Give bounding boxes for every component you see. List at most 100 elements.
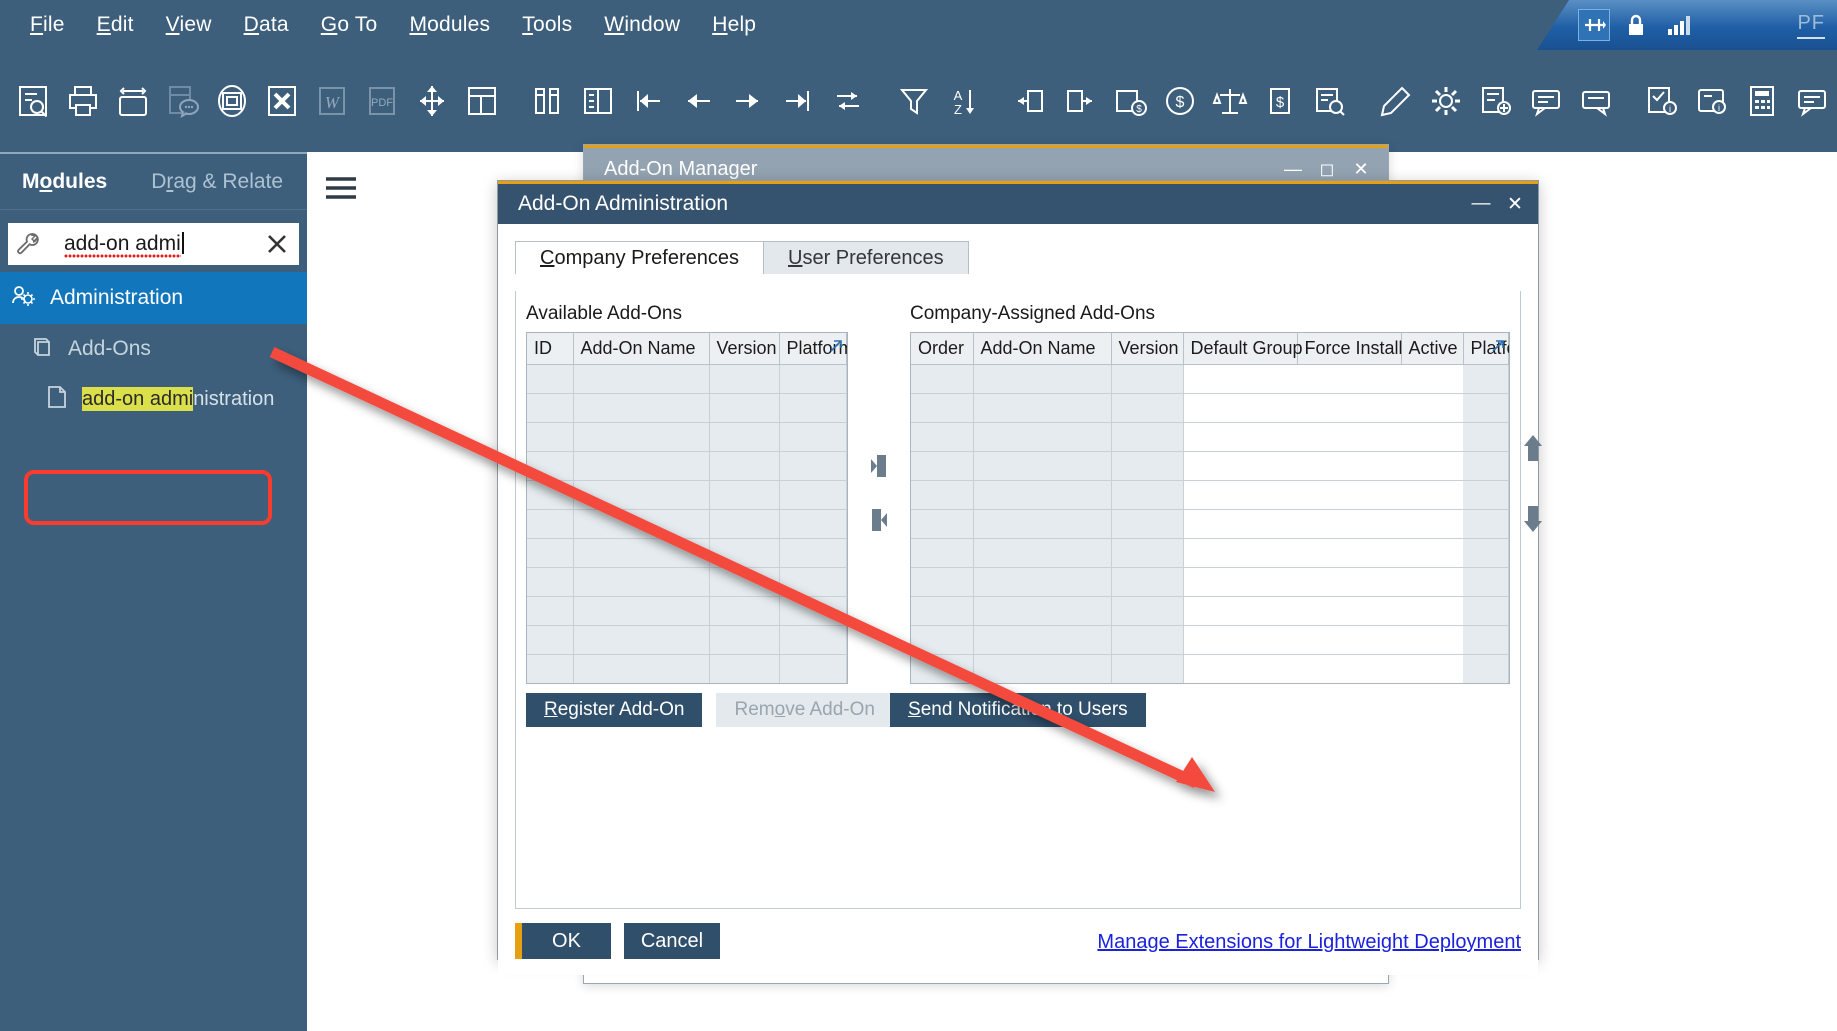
menu-item-modules[interactable]: Modules xyxy=(393,9,506,41)
menu-item-window[interactable]: Window xyxy=(588,9,696,41)
menu-item-data[interactable]: Data xyxy=(228,9,305,41)
settings-icon[interactable] xyxy=(1421,69,1471,133)
note-icon[interactable] xyxy=(1571,69,1621,133)
table-row xyxy=(911,510,1509,539)
remove-addon-button[interactable]: Remove Add-On xyxy=(716,693,892,727)
refresh-icon[interactable] xyxy=(823,69,873,133)
sidebar-item-administration[interactable]: Administration xyxy=(0,272,307,324)
menu-item-tools[interactable]: Tools xyxy=(506,9,588,41)
approve-icon[interactable]: i xyxy=(1637,69,1687,133)
company-assigned-grid[interactable]: Order Add-On Name Version Default Group … xyxy=(910,332,1510,684)
arrow-down-icon[interactable] xyxy=(1518,504,1548,539)
table-row xyxy=(911,481,1509,510)
send-notification-button[interactable]: Send Notification to Users xyxy=(890,693,1146,727)
wrench-icon[interactable] xyxy=(8,223,48,265)
tab-company-preferences[interactable]: Company Preferences xyxy=(515,241,764,274)
sort-az-icon[interactable]: AZ xyxy=(939,69,989,133)
main-toolbar: W PDF AZ $ $ $ i i xyxy=(0,50,1837,152)
previous-record-icon[interactable] xyxy=(673,69,723,133)
table-layout-icon[interactable] xyxy=(457,69,507,133)
indent-left-icon[interactable] xyxy=(1006,69,1056,133)
table-row xyxy=(911,655,1509,684)
close-icon[interactable]: ✕ xyxy=(1498,187,1532,221)
addon-action-buttons: Register Add-On Remove Add-On xyxy=(526,693,893,727)
export-word-icon[interactable]: W xyxy=(307,69,357,133)
signal-bars-icon[interactable] xyxy=(1663,10,1693,40)
close-icon[interactable] xyxy=(255,223,299,265)
menu-item-goto[interactable]: Go To xyxy=(305,9,394,41)
column-header[interactable]: ID xyxy=(527,333,573,365)
cancel-button[interactable]: Cancel xyxy=(624,923,720,959)
menu-item-help[interactable]: Help xyxy=(696,9,772,41)
column-header[interactable]: Add-On Name xyxy=(573,333,709,365)
arrow-up-icon[interactable] xyxy=(1518,433,1548,468)
svg-text:PDF: PDF xyxy=(371,97,393,109)
register-addon-button[interactable]: Register Add-On xyxy=(526,693,702,727)
pin-icon[interactable] xyxy=(1579,10,1609,40)
dollar-icon[interactable]: $ xyxy=(1255,69,1305,133)
chat-icon[interactable] xyxy=(1787,69,1837,133)
lookup-icon[interactable] xyxy=(1305,69,1355,133)
export-pdf-icon[interactable]: PDF xyxy=(357,69,407,133)
ok-button[interactable]: OK xyxy=(515,923,611,959)
expand-icon[interactable] xyxy=(828,338,844,354)
calculator-icon[interactable] xyxy=(1737,69,1787,133)
scales-icon[interactable] xyxy=(1205,69,1255,133)
menu-item-view[interactable]: View xyxy=(150,9,228,41)
tab-user-preferences[interactable]: User Preferences xyxy=(763,241,969,274)
indent-right-icon[interactable] xyxy=(1055,69,1105,133)
currency-icon[interactable]: $ xyxy=(1155,69,1205,133)
table-row xyxy=(527,365,847,394)
payment-means-icon[interactable]: $ xyxy=(1105,69,1155,133)
search-match-highlight: add-on admi xyxy=(82,387,193,411)
manage-extensions-link[interactable]: Manage Extensions for Lightweight Deploy… xyxy=(1097,931,1521,954)
column-header[interactable]: Active xyxy=(1401,333,1463,365)
sidebar-item-label: add-on administration xyxy=(82,388,274,411)
column-header[interactable]: Version xyxy=(709,333,779,365)
dialog-footer-buttons: OK Cancel xyxy=(515,923,720,959)
sidebar-item-addon-administration[interactable]: add-on administration xyxy=(0,374,307,424)
lock-icon[interactable] xyxy=(1621,10,1651,40)
document-comment-icon[interactable] xyxy=(158,69,208,133)
find-document-icon[interactable] xyxy=(8,69,58,133)
hamburger-menu-icon[interactable] xyxy=(323,174,359,207)
print-icon[interactable] xyxy=(58,69,108,133)
sidebar-tab-drag-relate[interactable]: Drag & Relate xyxy=(129,170,305,194)
layout-preview-icon[interactable] xyxy=(208,69,258,133)
column-header[interactable]: Default Group xyxy=(1183,333,1297,365)
available-addons-grid[interactable]: ID Add-On Name Version Platform xyxy=(526,332,848,684)
last-record-icon[interactable] xyxy=(773,69,823,133)
column-header[interactable]: Add-On Name xyxy=(973,333,1111,365)
svg-text:$: $ xyxy=(1276,94,1285,111)
split-screen-icon[interactable] xyxy=(573,69,623,133)
column-header[interactable]: Force Install xyxy=(1297,333,1401,365)
svg-text:$: $ xyxy=(1176,94,1185,111)
search-input[interactable]: add-on admi xyxy=(48,223,255,265)
move-icon[interactable] xyxy=(407,69,457,133)
next-record-icon[interactable] xyxy=(723,69,773,133)
svg-text:Z: Z xyxy=(954,102,962,117)
table-row xyxy=(527,626,847,655)
sidebar-item-addons[interactable]: Add-Ons xyxy=(0,324,307,374)
move-left-icon[interactable] xyxy=(869,451,889,481)
available-addons-section: Available Add-Ons ID Add-On Name Version… xyxy=(526,303,848,683)
expand-icon[interactable] xyxy=(1490,338,1506,354)
menu-item-file[interactable]: File xyxy=(14,9,81,41)
print-preview-icon[interactable] xyxy=(108,69,158,133)
message-icon[interactable] xyxy=(1521,69,1571,133)
move-right-icon[interactable] xyxy=(869,505,889,535)
column-header[interactable]: Order xyxy=(911,333,973,365)
menu-item-edit[interactable]: Edit xyxy=(81,9,150,41)
sidebar-item-label: Administration xyxy=(50,286,183,310)
addon-administration-dialog: Add-On Administration — ✕ Company Prefer… xyxy=(497,180,1539,960)
edit-icon[interactable] xyxy=(1371,69,1421,133)
sidebar-tab-modules[interactable]: Modules xyxy=(0,170,129,194)
first-record-icon[interactable] xyxy=(623,69,673,133)
minimize-icon[interactable]: — xyxy=(1464,187,1498,221)
columns-icon[interactable] xyxy=(523,69,573,133)
info-icon[interactable]: i xyxy=(1687,69,1737,133)
export-excel-icon[interactable] xyxy=(257,69,307,133)
form-settings-icon[interactable] xyxy=(1471,69,1521,133)
filter-icon[interactable] xyxy=(889,69,939,133)
column-header[interactable]: Version xyxy=(1111,333,1183,365)
